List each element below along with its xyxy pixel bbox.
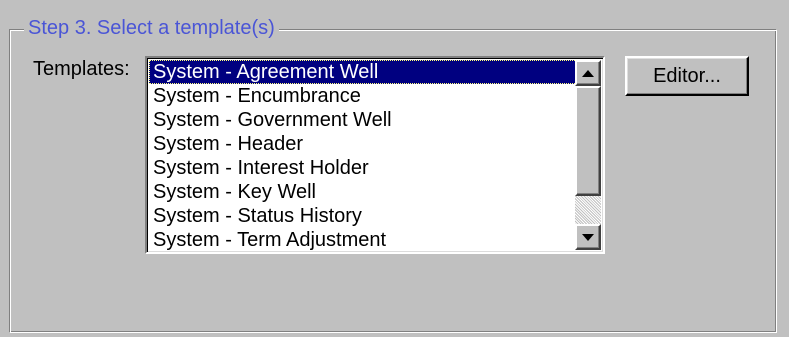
scroll-down-arrow-icon (582, 233, 594, 241)
templates-list[interactable]: System - Agreement Well System - Encumbr… (149, 60, 577, 252)
list-item[interactable]: System - Agreement Well (149, 60, 577, 84)
list-item[interactable]: System - Term Adjustment (149, 228, 577, 252)
list-item[interactable]: System - Status History (149, 204, 577, 228)
scrollbar-thumb[interactable] (575, 86, 601, 196)
list-item[interactable]: System - Encumbrance (149, 84, 577, 108)
list-item[interactable]: System - Government Well (149, 108, 577, 132)
scroll-up-button[interactable] (575, 60, 601, 86)
list-item[interactable]: System - Key Well (149, 180, 577, 204)
list-item[interactable]: System - Interest Holder (149, 156, 577, 180)
scroll-down-button[interactable] (575, 224, 601, 250)
scroll-up-arrow-icon (582, 69, 594, 77)
vertical-scrollbar[interactable] (575, 60, 601, 250)
list-item[interactable]: System - Header (149, 132, 577, 156)
templates-label: Templates: (33, 58, 130, 80)
templates-listbox[interactable]: System - Agreement Well System - Encumbr… (145, 56, 605, 254)
group-title: Step 3. Select a template(s) (24, 16, 279, 40)
editor-button[interactable]: Editor... (625, 56, 749, 96)
